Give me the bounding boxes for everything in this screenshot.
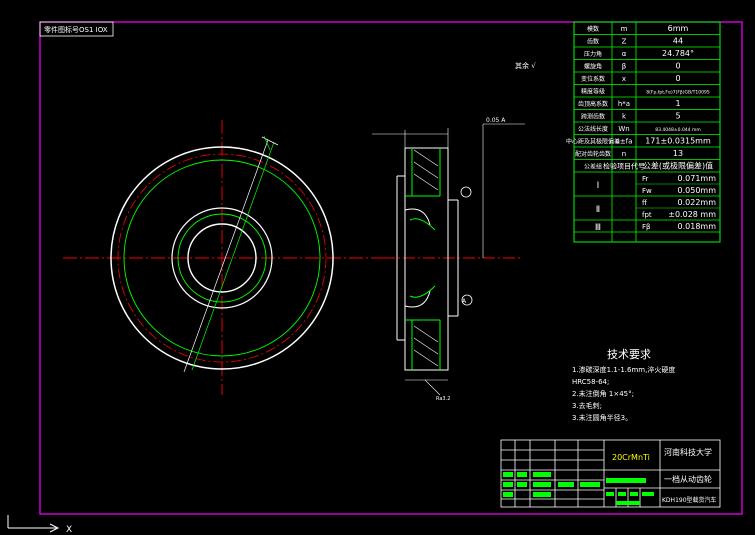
- ucs-icon: [7, 515, 60, 533]
- param-label: 齿顶高系数: [578, 100, 608, 108]
- tolerance-symbol: fpt: [642, 211, 652, 219]
- datum-label: A: [462, 298, 467, 305]
- param-symbol: 检验项目代号: [603, 162, 645, 171]
- param-label: 变位系数: [581, 75, 605, 83]
- param-symbol: k: [622, 113, 627, 121]
- param-value: 5: [675, 112, 680, 121]
- param-label: 螺旋角: [584, 63, 602, 71]
- title-part-name: 一档从动齿轮: [664, 474, 712, 484]
- param-value: 8(Fp,fpt,Fα)7(Fβ)GB/T10095: [646, 90, 710, 96]
- tolerance-symbol: Fr: [642, 175, 649, 183]
- tech-req-line: 3.未注圆角半径3。: [572, 413, 632, 422]
- tech-req-line: 2.未注倒角 1×45°;: [572, 389, 634, 398]
- tolerance-group-label: Ⅱ: [596, 205, 600, 215]
- param-symbol: Z: [622, 38, 627, 46]
- tolerance-value: 0.050mm: [678, 186, 717, 195]
- tech-req-line: HRC58-64;: [572, 378, 609, 386]
- param-value: 0: [675, 62, 680, 71]
- tolerance-value: 0.071mm: [678, 174, 717, 183]
- param-label: 精度等级: [581, 88, 605, 96]
- param-symbol: Wn: [618, 125, 629, 133]
- ucs-x-label: X: [66, 525, 72, 535]
- gear-section-view: [372, 123, 525, 396]
- technical-requirements: 技术要求 1.渗碳深度1.1-1.6mm,淬火硬度 HRC58-64; 2.未注倒角…: [572, 348, 675, 422]
- param-symbol: x: [622, 75, 626, 83]
- param-value: 171±0.0315mm: [645, 137, 711, 146]
- param-value: 1: [675, 99, 680, 108]
- title-material: 20CrMnTi: [612, 453, 650, 462]
- tech-req-title: 技术要求: [607, 348, 651, 361]
- tolerance-label: 0.05 A: [486, 117, 506, 124]
- tolerance-value: ±0.028 mm: [668, 210, 716, 219]
- tolerance-symbol: ff: [642, 199, 647, 207]
- tolerance-group-label: Ⅰ: [597, 181, 600, 191]
- param-symbol: a±fa: [616, 138, 633, 146]
- roughness-note: 其余 √: [515, 61, 536, 70]
- diameter-dimension-line-2: [191, 141, 275, 371]
- param-symbol: h*a: [618, 100, 630, 108]
- param-label: 齿数: [587, 38, 599, 46]
- tech-req-line: 1.渗碳深度1.1-1.6mm,淬火硬度: [572, 365, 675, 374]
- title-project: KDH190型载货汽车: [662, 496, 717, 504]
- tolerance-symbol: Fβ: [642, 223, 651, 231]
- param-value: 公差(或极限偏差)值: [643, 161, 713, 171]
- tolerance-symbol: Fw: [642, 187, 652, 195]
- tolerance-value: 0.022mm: [678, 198, 717, 207]
- param-value: 24.784°: [662, 49, 694, 58]
- chamfer-label: Ra3.2: [436, 396, 450, 402]
- param-value: 44: [673, 37, 683, 46]
- param-label: 压力角: [584, 50, 602, 58]
- param-symbol: m: [621, 25, 628, 33]
- corner-tag: 零件图标号OS1 IOX: [39, 21, 114, 37]
- gear-parameter-table: 模数 m 6mm 齿数 Z 44 压力角 α 24.784° 螺旋角 β 0 变位系数 x 0 精度等级 8(F…: [566, 21, 721, 243]
- corner-tag-text: 零件图标号OS1 IOX: [44, 25, 108, 34]
- tech-req-line: 3.去毛刺;: [572, 401, 602, 410]
- tolerance-group-label: Ⅲ: [595, 223, 601, 233]
- title-block-signature-marks: [503, 472, 654, 505]
- param-label: 中心距及其极限偏差: [566, 138, 620, 146]
- title-school: 河南科技大学: [664, 447, 712, 457]
- cad-drawing-canvas: 零件图标号OS1 IOX 其余 √ A 0.05 A Ra3.2 模数 m 6m…: [7, 21, 743, 535]
- param-value: 83.4048±0.044 mm: [655, 127, 700, 133]
- gear-front-view: [63, 120, 383, 395]
- param-symbol: β: [622, 63, 626, 71]
- tolerance-value: 0.018mm: [678, 222, 717, 231]
- param-label: 公法线长度: [578, 125, 608, 133]
- param-value: 13: [673, 149, 683, 158]
- param-label: 公差组: [584, 163, 602, 171]
- param-label: 模数: [587, 25, 599, 33]
- param-label: 跨测齿数: [581, 113, 605, 121]
- datum-marker-2: [460, 186, 472, 198]
- param-symbol: n: [622, 150, 626, 158]
- param-label: 配对齿轮齿数: [575, 150, 611, 158]
- param-symbol: α: [622, 50, 627, 58]
- param-value: 0: [675, 74, 680, 83]
- param-value: 6mm: [668, 24, 689, 33]
